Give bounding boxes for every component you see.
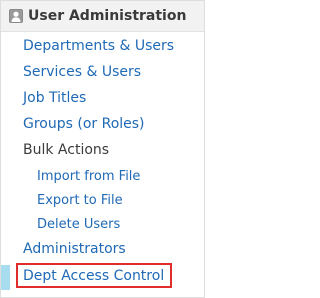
panel-header: User Administration xyxy=(1,1,204,32)
menu-item-groups-roles[interactable]: Groups (or Roles) xyxy=(23,115,145,133)
active-item-marker xyxy=(1,265,10,290)
menu-item-services-users[interactable]: Services & Users xyxy=(23,63,141,81)
menu-section-bulk-actions: Bulk Actions xyxy=(23,142,110,158)
user-administration-panel: User Administration Departments & Users … xyxy=(0,0,205,298)
menu-item-delete-users[interactable]: Delete Users xyxy=(37,216,120,233)
menu-item-job-titles[interactable]: Job Titles xyxy=(23,89,86,107)
menu-item-administrators[interactable]: Administrators xyxy=(23,240,126,258)
menu-item-departments-users[interactable]: Departments & Users xyxy=(23,37,174,55)
user-silhouette-icon xyxy=(9,9,23,23)
menu-item-dept-access-control[interactable]: Dept Access Control xyxy=(23,267,164,285)
menu-item-export-to-file[interactable]: Export to File xyxy=(37,192,123,209)
panel-title: User Administration xyxy=(28,8,187,24)
menu-item-import-from-file[interactable]: Import from File xyxy=(37,168,140,185)
